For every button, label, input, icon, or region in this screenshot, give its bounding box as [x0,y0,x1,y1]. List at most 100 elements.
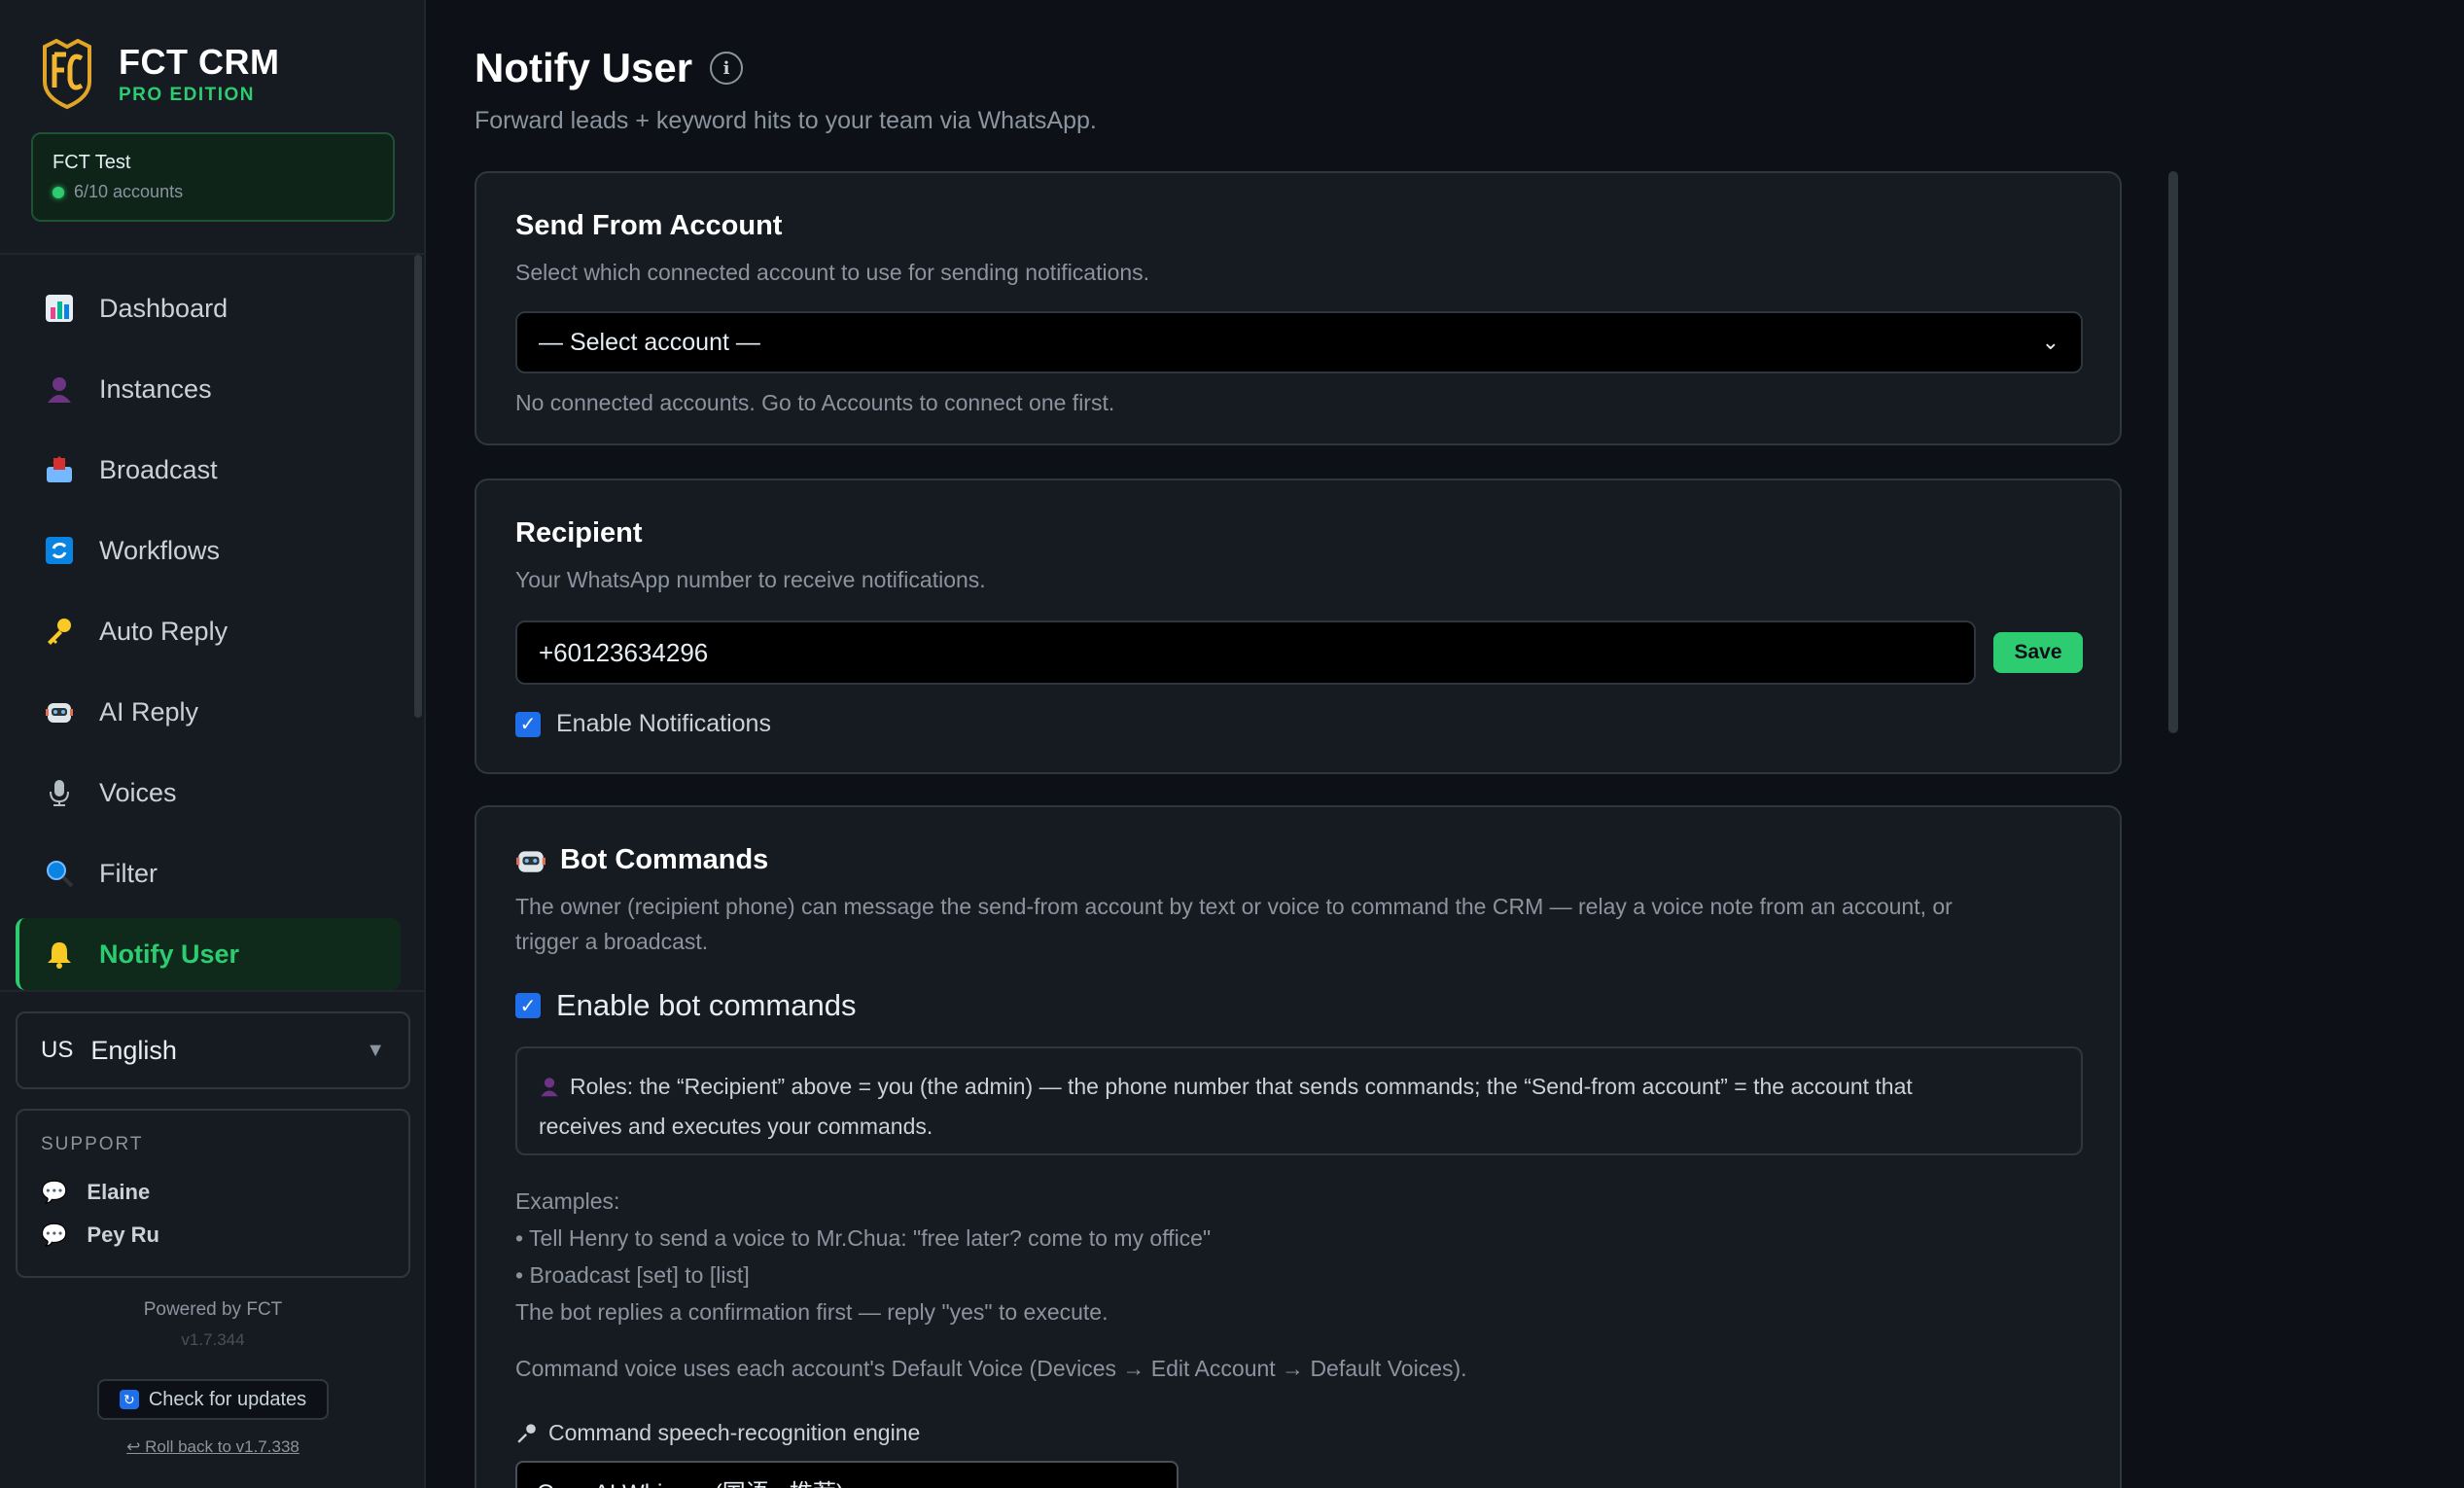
command-voice-note: Command voice uses each account's Defaul… [515,1356,1467,1381]
roles-text: receives and executes your commands. [539,1114,933,1139]
roles-text: Roles: the “Recipient” above = you (the … [570,1074,1913,1099]
check-updates-button[interactable]: ↻ Check for updates [97,1379,329,1420]
divider [0,253,426,255]
engine-selected: OpenAI Whisper (国语 · 推荐) [537,1473,844,1488]
main-content: Notify User i Forward leads + keyword hi… [428,0,2464,1488]
enable-notifications-label: Enable Notifications [556,710,771,737]
sidebar-scrollbar[interactable] [414,255,422,718]
rollback-link[interactable]: ↩ Roll back to v1.7.338 [0,1437,426,1457]
sidebar-item-broadcast[interactable]: Broadcast [16,434,401,506]
enable-bot-commands-row[interactable]: ✓ Enable bot commands [515,988,856,1023]
recipient-description: Your WhatsApp number to receive notifica… [515,567,986,592]
sidebar-item-label: Instances [99,373,212,404]
divider [0,990,426,992]
support-panel: SUPPORT 💬 Elaine 💬 Pey Ru [16,1109,410,1278]
bot-description: The owner (recipient phone) can message … [515,889,1953,959]
magnifier-icon [43,857,76,890]
bell-icon [43,938,76,971]
examples-title: Examples: [515,1188,620,1214]
send-from-selected: — Select account — [539,328,760,356]
enable-bot-commands-checkbox[interactable]: ✓ [515,993,541,1018]
support-contact-name: Elaine [87,1180,151,1204]
refresh-arrows-icon [43,534,76,567]
powered-by: Powered by FCT [143,1299,283,1320]
sidebar-item-voices[interactable]: Voices [16,757,401,829]
check-updates-label: Check for updates [148,1388,307,1410]
recipient-phone-value: +60123634296 [539,637,709,667]
chevron-down-icon: ⌄ [2041,330,2059,354]
sidebar-item-notify-user[interactable]: Notify User [16,918,401,990]
page-title-text: Notify User [475,45,693,90]
organization-name: FCT Test [53,152,131,173]
sidebar-item-label: Notify User [99,939,240,969]
send-from-card: Send From Account Select which connected… [475,171,2122,445]
language-label: English [90,1035,177,1065]
enable-notifications-row[interactable]: ✓ Enable Notifications [515,710,771,738]
user-silhouette-icon [43,372,76,406]
support-contact[interactable]: 💬 Pey Ru [41,1214,385,1257]
account-count: 6/10 accounts [74,182,184,201]
sidebar-item-label: Auto Reply [99,616,229,646]
confirm-note: The bot replies a confirmation first — r… [515,1299,1109,1325]
example-item: • Tell Henry to send a voice to Mr.Chua:… [515,1225,1212,1251]
brand-subtitle: PRO EDITION [119,85,256,105]
enable-notifications-checkbox[interactable]: ✓ [515,711,541,737]
send-from-hint: No connected accounts. Go to Accounts to… [515,390,1115,415]
fc-shield-logo [43,38,91,110]
bot-commands-card: Bot Commands The owner (recipient phone)… [475,805,2122,1488]
speech-bubble-icon: 💬 [41,1180,68,1204]
robot-icon [515,845,546,876]
recipient-phone-input[interactable]: +60123634296 [515,620,1976,685]
example-item: • Broadcast [set] to [list] [515,1262,750,1288]
microphone-icon [43,776,76,809]
sidebar-item-instances[interactable]: Instances [16,353,401,425]
sidebar-nav: Dashboard Instances Broadcast Workflows … [16,272,401,999]
sidebar-item-label: Broadcast [99,454,218,484]
sidebar-item-label: Voices [99,777,177,807]
organization-card[interactable]: FCT Test 6/10 accounts [31,132,395,222]
bar-chart-icon [43,292,76,325]
app-version: v1.7.344 [181,1330,245,1349]
recipient-card: Recipient Your WhatsApp number to receiv… [475,478,2122,774]
sidebar-item-auto-reply[interactable]: Auto Reply [16,595,401,667]
refresh-icon: ↻ [119,1390,139,1409]
recipient-title: Recipient [515,517,643,549]
sidebar-item-label: AI Reply [99,696,199,726]
send-from-description: Select which connected account to use fo… [515,260,1150,285]
speech-bubble-icon: 💬 [41,1222,68,1247]
user-silhouette-icon [539,1071,560,1108]
page-subtitle: Forward leads + keyword hits to your tea… [475,107,1097,134]
bot-commands-title: Bot Commands [515,844,768,876]
bot-description-line: The owner (recipient phone) can message … [515,894,1953,919]
send-from-title: Send From Account [515,210,783,241]
brand[interactable]: FCT CRM PRO EDITION [39,37,279,111]
sidebar-item-ai-reply[interactable]: AI Reply [16,676,401,748]
engine-label: Command speech-recognition engine [515,1420,920,1446]
engine-select[interactable]: OpenAI Whisper (国语 · 推荐) [515,1461,1179,1488]
support-contact[interactable]: 💬 Elaine [41,1171,385,1214]
online-status-dot [53,186,64,198]
page-title: Notify User i [475,45,744,91]
sidebar-item-label: Workflows [99,535,221,565]
engine-label-text: Command speech-recognition engine [548,1420,921,1445]
outbox-tray-icon [43,453,76,486]
roles-info-box: Roles: the “Recipient” above = you (the … [515,1046,2083,1155]
main-scrollbar[interactable] [2168,171,2178,733]
support-title: SUPPORT [41,1134,144,1154]
enable-bot-commands-label: Enable bot commands [556,988,857,1022]
save-button[interactable]: Save [1993,632,2083,673]
brand-title: FCT CRM [119,42,280,82]
sidebar-item-filter[interactable]: Filter [16,837,401,909]
us-flag-icon: US [41,1037,74,1063]
key-icon [43,615,76,648]
language-select[interactable]: US English ▼ [16,1011,410,1089]
send-from-select[interactable]: — Select account — ⌄ [515,311,2083,373]
caret-down-icon: ▼ [366,1039,385,1061]
examples-block: Examples: • Tell Henry to send a voice t… [515,1183,1211,1330]
sidebar-item-dashboard[interactable]: Dashboard [16,272,401,344]
bot-description-line: trigger a broadcast. [515,929,709,954]
support-contact-name: Pey Ru [87,1222,159,1247]
info-icon[interactable]: i [710,52,744,85]
sidebar-item-label: Dashboard [99,293,229,323]
sidebar-item-workflows[interactable]: Workflows [16,514,401,586]
